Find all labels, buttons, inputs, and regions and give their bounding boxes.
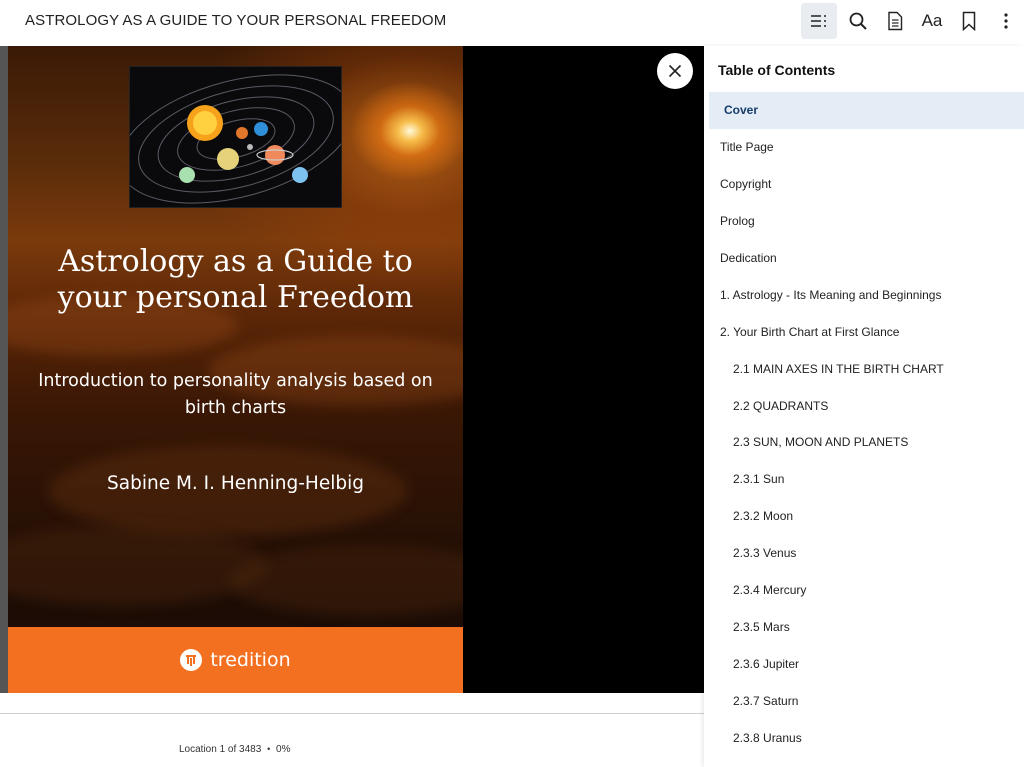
font-icon: Aa bbox=[921, 11, 943, 30]
toc-item[interactable]: Dedication bbox=[709, 240, 1024, 277]
toc-item[interactable]: 2.3.2 Moon bbox=[709, 498, 1024, 535]
toc-item[interactable]: 2.3.8 Uranus bbox=[709, 719, 1024, 756]
toc-item[interactable]: 2.1 MAIN AXES IN THE BIRTH CHART bbox=[709, 350, 1024, 387]
bookmark-icon bbox=[962, 11, 976, 31]
cover-subtitle: Introduction to personality analysis bas… bbox=[38, 371, 433, 418]
reading-progress: Location 1 of 3483 • 0% bbox=[179, 744, 290, 755]
table-of-contents-icon bbox=[811, 15, 826, 27]
page-edge bbox=[0, 46, 8, 693]
toc-list: Cover Title Page Copyright Prolog Dedication… bbox=[709, 92, 1024, 756]
progress-separator: • bbox=[267, 744, 271, 754]
toc-item[interactable]: 2.3.1 Sun bbox=[709, 461, 1024, 498]
toc-item[interactable]: Prolog bbox=[709, 203, 1024, 240]
document-icon bbox=[888, 11, 903, 31]
toc-button[interactable] bbox=[801, 3, 837, 39]
toc-item[interactable]: 2.3.4 Mercury bbox=[709, 572, 1024, 609]
search-button[interactable] bbox=[840, 3, 876, 39]
bookmark-button[interactable] bbox=[951, 3, 987, 39]
cover-title: Astrology as a Guide to your personal Fr… bbox=[57, 244, 414, 315]
book-page-viewport[interactable]: Astrology as a Guide to your personal Fr… bbox=[0, 46, 704, 693]
book-title: ASTROLOGY AS A GUIDE TO YOUR PERSONAL FR… bbox=[25, 12, 447, 29]
toc-item[interactable]: Cover bbox=[709, 92, 1024, 129]
book-cover: Astrology as a Guide to your personal Fr… bbox=[8, 46, 463, 693]
reader-header: ASTROLOGY AS A GUIDE TO YOUR PERSONAL FR… bbox=[0, 0, 1024, 42]
toc-item[interactable]: Title Page bbox=[709, 129, 1024, 166]
close-icon bbox=[668, 64, 682, 78]
toc-item[interactable]: 2.3.7 Saturn bbox=[709, 682, 1024, 719]
publisher-name: tredition bbox=[210, 649, 291, 671]
toc-item[interactable]: 2.2 QUADRANTS bbox=[709, 387, 1024, 424]
toc-item[interactable]: 2.3.3 Venus bbox=[709, 535, 1024, 572]
toc-item[interactable]: 2.3.6 Jupiter bbox=[709, 645, 1024, 682]
progress-percent: 0% bbox=[276, 744, 291, 755]
notes-button[interactable] bbox=[877, 3, 913, 39]
search-icon bbox=[849, 12, 867, 30]
toc-item[interactable]: 2.3.5 Mars bbox=[709, 608, 1024, 645]
toc-item[interactable]: 2.3 SUN, MOON AND PLANETS bbox=[709, 424, 1024, 461]
publisher-logo-icon bbox=[180, 649, 203, 671]
publisher-band: tredition bbox=[8, 627, 463, 693]
toc-item[interactable]: 2. Your Birth Chart at First Glance bbox=[709, 313, 1024, 350]
solar-system-image bbox=[129, 66, 342, 208]
cover-author: Sabine M. I. Henning-Helbig bbox=[107, 473, 364, 494]
toc-heading: Table of Contents bbox=[718, 62, 836, 78]
font-settings-button[interactable]: Aa bbox=[914, 3, 950, 39]
toc-item[interactable]: 1. Astrology - Its Meaning and Beginning… bbox=[709, 276, 1024, 313]
toc-item[interactable]: Copyright bbox=[709, 166, 1024, 203]
close-toc-button[interactable] bbox=[657, 53, 693, 89]
reader-toolbar: Aa bbox=[800, 0, 1024, 42]
more-options-button[interactable] bbox=[988, 3, 1024, 39]
vertical-dots-icon bbox=[1004, 13, 1008, 29]
footer-divider bbox=[0, 713, 704, 714]
table-of-contents-panel: Table of Contents Cover Title Page Copyrig… bbox=[704, 46, 1024, 767]
location-indicator: Location 1 of 3483 bbox=[179, 744, 262, 755]
